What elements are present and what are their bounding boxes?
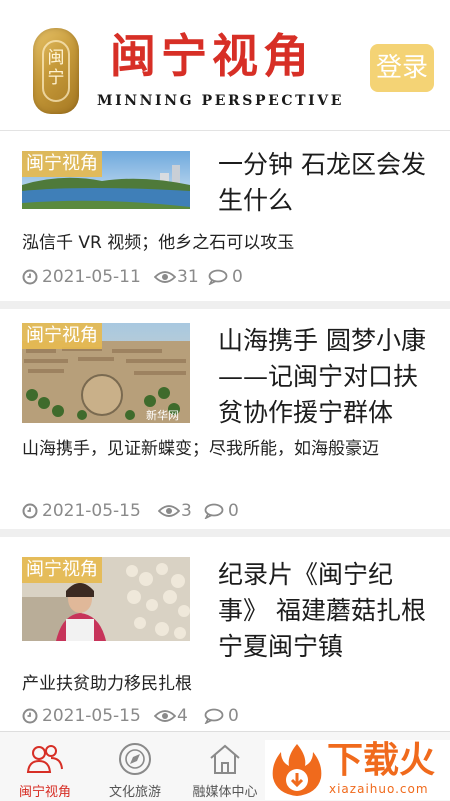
clock-icon	[22, 499, 38, 526]
view-count: 31	[177, 267, 199, 287]
thumbnail-tag: 闽宁视角	[22, 151, 102, 177]
publish-date: 2021-05-15	[42, 501, 141, 521]
view-count: 3	[181, 501, 192, 521]
eye-icon	[153, 265, 177, 292]
comment-icon	[208, 265, 228, 292]
tab-label: 文化旅游	[108, 785, 161, 800]
thumbnail-tag: 闽宁视角	[22, 557, 102, 583]
divider	[0, 529, 450, 537]
publish-date: 2021-05-15	[42, 706, 141, 726]
article-thumbnail: 闽宁视角 新华网	[22, 323, 190, 423]
app-title: 闽宁视角	[110, 29, 314, 83]
logo-seal-icon: 闽宁	[33, 28, 79, 114]
comment-icon	[204, 499, 224, 526]
comment-count: 0	[232, 267, 243, 287]
clock-icon	[22, 704, 38, 731]
promo-title: 下载火	[327, 740, 436, 781]
article-thumbnail: 闽宁视角	[22, 151, 190, 209]
tab-label: 闽宁视角	[18, 785, 71, 800]
login-button[interactable]: 登录	[370, 44, 434, 92]
article-card[interactable]: 闽宁视角 纪录片《闽宁纪事》 福建蘑菇扎根宁夏闽宁镇 产业扶贫助力移民扎根 20…	[0, 537, 450, 731]
clock-icon	[22, 265, 38, 292]
image-watermark: 新华网	[146, 409, 179, 422]
article-summary: 产业扶贫助力移民扎根	[22, 674, 192, 694]
comment-count: 0	[228, 501, 239, 521]
app-header: 闽宁 闽宁视角 MINNING PERSPECTIVE 登录	[0, 0, 450, 131]
people-icon	[26, 745, 63, 773]
tab-minning-perspective[interactable]: 闽宁视角	[0, 732, 90, 801]
eye-icon	[157, 499, 181, 526]
article-meta: 2021-05-11 31 0	[22, 265, 432, 289]
article-title[interactable]: 纪录片《闽宁纪事》 福建蘑菇扎根宁夏闽宁镇	[218, 557, 433, 665]
comment-icon	[204, 704, 224, 731]
article-summary: 山海携手，见证新蝶变；尽我所能，如海般豪迈	[22, 439, 379, 459]
article-thumbnail: 闽宁视角	[22, 557, 190, 641]
compass-icon	[119, 743, 151, 775]
article-meta: 2021-05-15 3 0	[22, 499, 432, 523]
download-promo-badge[interactable]: 下载火 xiazaihuo.com	[265, 740, 450, 800]
divider	[0, 301, 450, 309]
eye-icon	[153, 704, 177, 731]
article-summary: 泓信千 VR 视频；他乡之石可以攻玉	[22, 233, 295, 253]
publish-date: 2021-05-11	[42, 267, 141, 287]
article-meta: 2021-05-15 4 0	[22, 704, 432, 728]
article-title[interactable]: 一分钟 石龙区会发生什么	[218, 147, 433, 219]
thumbnail-tag: 闽宁视角	[22, 323, 102, 349]
home-icon	[210, 744, 240, 774]
tab-label: 融媒体中心	[192, 785, 258, 800]
article-card[interactable]: 闽宁视角 一分钟 石龙区会发生什么 泓信千 VR 视频；他乡之石可以攻玉 202…	[0, 131, 450, 301]
view-count: 4	[177, 706, 188, 726]
tab-culture-tourism[interactable]: 文化旅游	[90, 732, 180, 801]
promo-url: xiazaihuo.com	[329, 782, 429, 796]
flame-logo-icon	[272, 744, 322, 796]
tab-media-center[interactable]: 融媒体中心	[180, 732, 270, 801]
article-title[interactable]: 山海携手 圆梦小康——记闽宁对口扶贫协作援宁群体	[218, 323, 433, 431]
logo-seal-text: 闽宁	[42, 40, 70, 102]
comment-count: 0	[228, 706, 239, 726]
article-card[interactable]: 闽宁视角 新华网 山海携手 圆梦小康——记闽宁对口扶贫协作援宁群体 山海携手，见…	[0, 309, 450, 529]
app-subtitle: MINNING PERSPECTIVE	[97, 93, 344, 109]
